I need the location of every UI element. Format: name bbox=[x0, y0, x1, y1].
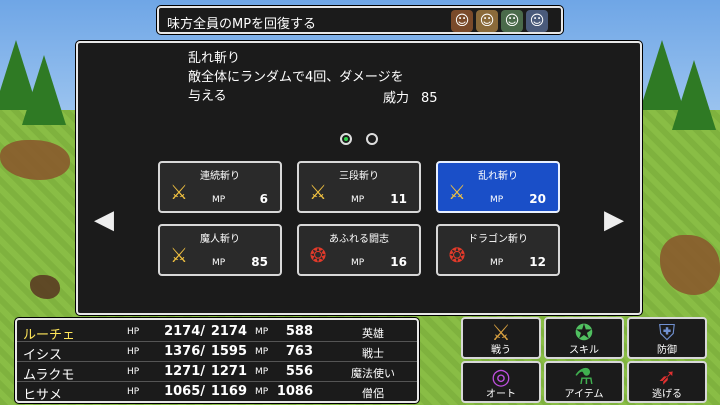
mp-current: 1086 bbox=[276, 384, 313, 399]
mp-current: 763 bbox=[285, 344, 313, 359]
mp-current: 588 bbox=[285, 324, 313, 339]
skill-window: 乱れ斬り 敵全体にランダムで4回、ダメージを 与える 威力 85 ◀ ▶ 連続斬り… bbox=[76, 41, 642, 315]
mage-portrait-icon: ☺ bbox=[501, 10, 523, 32]
skill-mp-cost: 12 bbox=[529, 255, 546, 269]
tree bbox=[672, 60, 716, 130]
mp-label: MP bbox=[255, 367, 269, 377]
mp-current: 556 bbox=[285, 364, 313, 379]
skill-power: 威力 85 bbox=[383, 87, 438, 106]
mp-label: MP bbox=[255, 347, 269, 357]
member-name: ムラクモ bbox=[23, 368, 75, 383]
hp-label: HP bbox=[127, 367, 140, 377]
mp-label: MP bbox=[255, 327, 269, 337]
priest-portrait-icon: ☺ bbox=[526, 10, 548, 32]
skill-card[interactable]: 三段斬り ⚔ MP 11 bbox=[297, 161, 421, 213]
member-job: 僧侶 bbox=[362, 387, 384, 400]
party-member-row[interactable]: ルーチェ HP 2174/ 2174 MP 588 英雄 bbox=[17, 322, 417, 343]
mp-label: MP bbox=[255, 387, 269, 397]
warrior-portrait-icon: ☺ bbox=[476, 10, 498, 32]
hp-max: 1271 bbox=[210, 364, 247, 379]
skill-mp-cost: 20 bbox=[529, 192, 546, 206]
sword-slash-icon: ⚔ bbox=[448, 180, 466, 204]
skill-card[interactable]: 魔人斬り ⚔ MP 85 bbox=[158, 224, 282, 276]
hp-current: 1271/ bbox=[164, 364, 205, 379]
skill-label: スキル bbox=[569, 345, 599, 356]
prev-page-arrow-icon[interactable]: ◀ bbox=[94, 205, 114, 235]
member-name: ヒサメ bbox=[23, 388, 63, 403]
skill-description-line: 与える bbox=[188, 89, 227, 104]
skill-mp-cost: 6 bbox=[259, 192, 268, 206]
skill-mp-label: MP bbox=[351, 258, 365, 268]
page-indicator bbox=[340, 133, 378, 145]
skill-description: 乱れ斬り 敵全体にランダムで4回、ダメージを 与える bbox=[188, 49, 404, 106]
party-member-row[interactable]: ムラクモ HP 1271/ 1271 MP 556 魔法使い bbox=[17, 362, 417, 383]
party-member-row[interactable]: イシス HP 1376/ 1595 MP 763 戦士 bbox=[17, 342, 417, 363]
defend-button[interactable]: ⛨ 防御 bbox=[627, 317, 707, 359]
hp-current: 2174/ bbox=[164, 324, 205, 339]
skill-mp-label: MP bbox=[351, 195, 365, 205]
sword-slash-icon: ⚔ bbox=[170, 180, 188, 204]
member-job: 英雄 bbox=[362, 327, 384, 340]
hp-max: 2174 bbox=[210, 324, 247, 339]
skill-effect-message: 味方全員のMPを回復する bbox=[167, 17, 317, 32]
item-button[interactable]: ⚗ アイテム bbox=[544, 361, 624, 403]
skill-mp-label: MP bbox=[212, 195, 226, 205]
party-status-panel: ルーチェ HP 2174/ 2174 MP 588 英雄 イシス HP 1376… bbox=[15, 318, 419, 403]
skill-mp-cost: 11 bbox=[390, 192, 407, 206]
fight-label: 戦う bbox=[491, 345, 511, 356]
run-label: 逃げる bbox=[652, 389, 682, 400]
skill-button[interactable]: ✪ スキル bbox=[544, 317, 624, 359]
hp-label: HP bbox=[127, 387, 140, 397]
hp-current: 1376/ bbox=[164, 344, 205, 359]
defend-label: 防御 bbox=[657, 345, 677, 356]
skill-mp-cost: 16 bbox=[390, 255, 407, 269]
skill-card[interactable]: 連続斬り ⚔ MP 6 bbox=[158, 161, 282, 213]
auto-button[interactable]: ◎ オート bbox=[461, 361, 541, 403]
skill-description-line: 敵全体にランダムで4回、ダメージを bbox=[188, 70, 404, 85]
item-label: アイテム bbox=[564, 389, 604, 400]
member-job: 戦士 bbox=[362, 347, 384, 360]
fight-button[interactable]: ⚔ 戦う bbox=[461, 317, 541, 359]
sword-slash-icon: ⚔ bbox=[170, 243, 188, 267]
tree bbox=[22, 55, 66, 125]
hero-portrait-icon: ☺ bbox=[451, 10, 473, 32]
auto-label: オート bbox=[486, 389, 516, 400]
skill-mp-cost: 85 bbox=[251, 255, 268, 269]
skill-power-label: 威力 bbox=[383, 91, 410, 106]
sword-slash-icon: ⚔ bbox=[309, 180, 327, 204]
hp-current: 1065/ bbox=[164, 384, 205, 399]
hp-label: HP bbox=[127, 347, 140, 357]
fighting-spirit-icon: ❂ bbox=[448, 243, 466, 267]
hp-max: 1169 bbox=[210, 384, 247, 399]
message-bar: 味方全員のMPを回復する ☺ ☺ ☺ ☺ bbox=[157, 6, 563, 34]
skill-card[interactable]: ドラゴン斬り ❂ MP 12 bbox=[436, 224, 560, 276]
skill-card-selected[interactable]: 乱れ斬り ⚔ MP 20 bbox=[436, 161, 560, 213]
skill-description-title: 乱れ斬り bbox=[188, 51, 241, 66]
hp-max: 1595 bbox=[210, 344, 247, 359]
skill-mp-label: MP bbox=[490, 258, 504, 268]
party-member-row[interactable]: ヒサメ HP 1065/ 1169 MP 1086 僧侶 bbox=[17, 382, 417, 403]
skill-mp-label: MP bbox=[490, 195, 504, 205]
member-name: ルーチェ bbox=[23, 328, 76, 343]
skill-power-value: 85 bbox=[421, 91, 438, 106]
member-name: イシス bbox=[23, 348, 63, 363]
skill-card[interactable]: あふれる闘志 ❂ MP 16 bbox=[297, 224, 421, 276]
hp-label: HP bbox=[127, 327, 140, 337]
skill-mp-label: MP bbox=[212, 258, 226, 268]
run-button[interactable]: ➶ 逃げる bbox=[627, 361, 707, 403]
next-page-arrow-icon[interactable]: ▶ bbox=[604, 205, 624, 235]
page-dot[interactable] bbox=[366, 133, 378, 145]
page-dot-active[interactable] bbox=[340, 133, 352, 145]
fighting-spirit-icon: ❂ bbox=[309, 243, 327, 267]
member-job: 魔法使い bbox=[351, 367, 395, 380]
